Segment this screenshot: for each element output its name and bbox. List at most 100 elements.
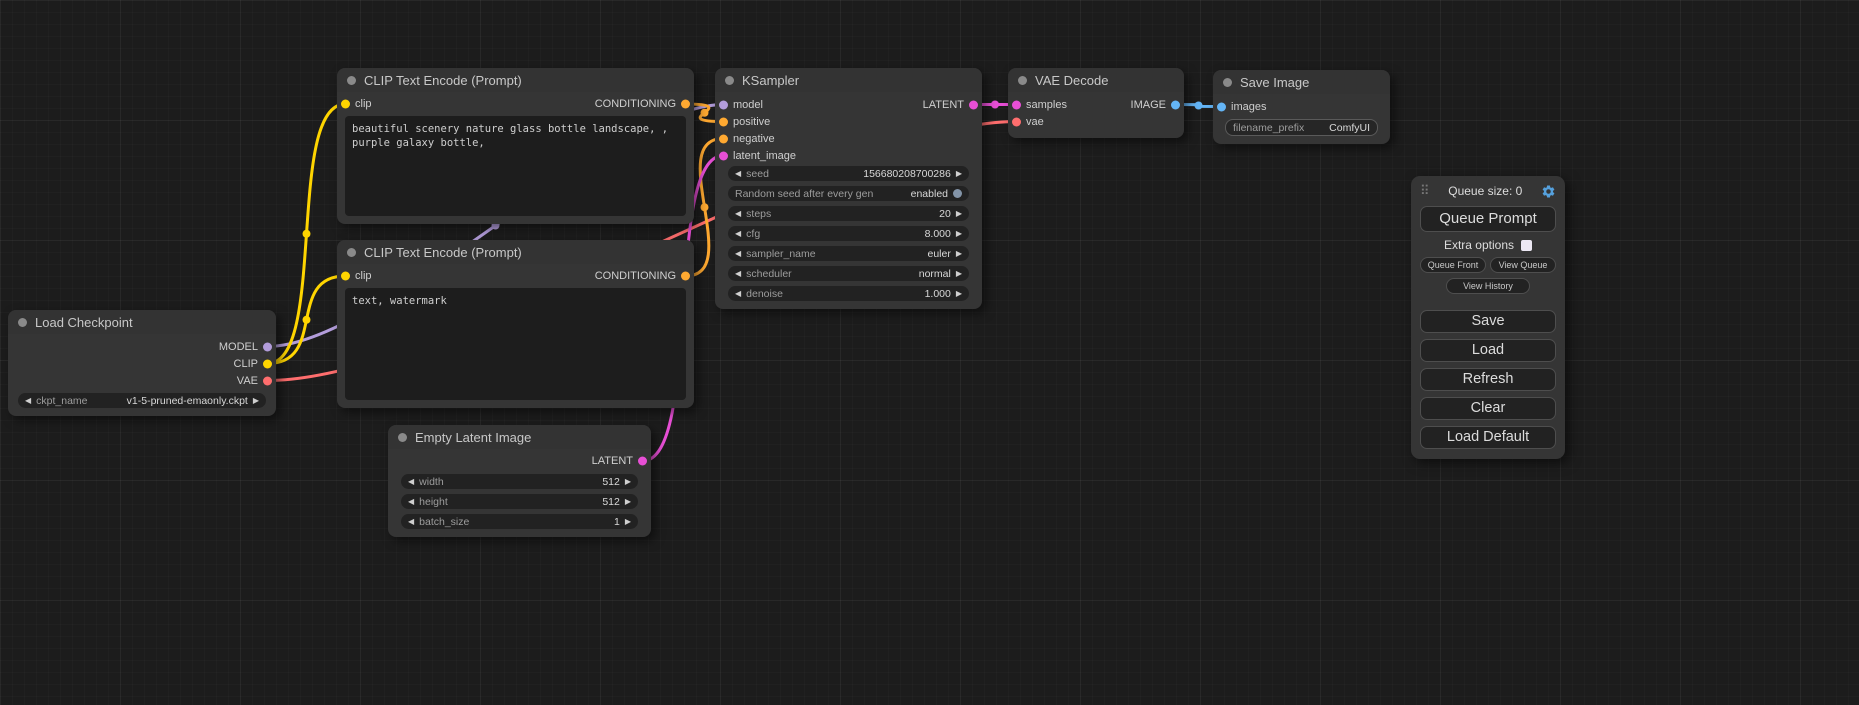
widget-value: normal [919, 268, 951, 280]
decrement-arrow-icon[interactable]: ◀ [735, 270, 741, 278]
output-label-conditioning: CONDITIONING [595, 98, 694, 110]
increment-arrow-icon[interactable]: ▶ [956, 230, 962, 238]
widget-sampler-name[interactable]: ◀ sampler_name euler ▶ [728, 246, 969, 261]
node-save-image[interactable]: Save Image images filename_prefix ComfyU… [1213, 70, 1390, 144]
widget-height[interactable]: ◀ height 512 ▶ [401, 494, 638, 509]
comfy-menu-panel[interactable]: ⠿ Queue size: 0 Queue Prompt Extra optio… [1411, 176, 1565, 459]
output-port-vae[interactable] [263, 376, 272, 385]
widget-seed[interactable]: ◀ seed 156680208700286 ▶ [728, 166, 969, 181]
increment-arrow-icon[interactable]: ▶ [956, 270, 962, 278]
input-port-latent-image[interactable] [719, 151, 728, 160]
increment-arrow-icon[interactable]: ▶ [253, 397, 259, 405]
increment-arrow-icon[interactable]: ▶ [625, 478, 631, 486]
decrement-arrow-icon[interactable]: ◀ [735, 210, 741, 218]
positive-prompt-input[interactable]: beautiful scenery nature glass bottle la… [345, 116, 686, 216]
output-port-image[interactable] [1171, 100, 1180, 109]
input-port-model[interactable] [719, 100, 728, 109]
save-button[interactable]: Save [1420, 310, 1556, 333]
settings-gear-icon[interactable] [1541, 184, 1556, 199]
output-port-latent[interactable] [969, 100, 978, 109]
widget-scheduler[interactable]: ◀ scheduler normal ▶ [728, 266, 969, 281]
collapse-dot-icon[interactable] [347, 76, 356, 85]
node-clip-text-encode-positive[interactable]: CLIP Text Encode (Prompt) clip CONDITION… [337, 68, 694, 224]
view-history-button[interactable]: View History [1446, 278, 1530, 294]
io-row: model LATENT [715, 96, 982, 113]
collapse-dot-icon[interactable] [18, 318, 27, 327]
extra-options-checkbox[interactable] [1521, 240, 1532, 251]
input-port-positive[interactable] [719, 117, 728, 126]
load-default-button[interactable]: Load Default [1420, 426, 1556, 449]
input-row-latent-image: latent_image [715, 147, 982, 164]
collapse-dot-icon[interactable] [1018, 76, 1027, 85]
widget-random-seed-toggle[interactable]: Random seed after every gen enabled [728, 186, 969, 201]
collapse-dot-icon[interactable] [725, 76, 734, 85]
increment-arrow-icon[interactable]: ▶ [956, 250, 962, 258]
node-titlebar[interactable]: Empty Latent Image [388, 425, 651, 449]
node-clip-text-encode-negative[interactable]: CLIP Text Encode (Prompt) clip CONDITION… [337, 240, 694, 408]
queue-prompt-button[interactable]: Queue Prompt [1420, 206, 1556, 232]
decrement-arrow-icon[interactable]: ◀ [735, 230, 741, 238]
queue-front-button[interactable]: Queue Front [1420, 257, 1486, 273]
node-title: Empty Latent Image [415, 430, 531, 445]
input-port-negative[interactable] [719, 134, 728, 143]
node-ksampler[interactable]: KSampler model LATENT positive negative … [715, 68, 982, 309]
view-queue-button[interactable]: View Queue [1490, 257, 1556, 273]
widget-value: 512 [602, 496, 620, 508]
node-title: KSampler [742, 73, 799, 88]
widget-ckpt-name[interactable]: ◀ ckpt_name v1-5-pruned-emaonly.ckpt ▶ [18, 393, 266, 408]
increment-arrow-icon[interactable]: ▶ [956, 290, 962, 298]
input-port-clip[interactable] [341, 272, 350, 281]
widget-value: ComfyUI [1329, 122, 1370, 134]
graph-canvas[interactable]: Load Checkpoint MODEL CLIP VAE ◀ ckpt_na… [0, 0, 1859, 705]
decrement-arrow-icon[interactable]: ◀ [408, 478, 414, 486]
decrement-arrow-icon[interactable]: ◀ [735, 290, 741, 298]
output-port-clip[interactable] [263, 359, 272, 368]
decrement-arrow-icon[interactable]: ◀ [25, 397, 31, 405]
node-titlebar[interactable]: VAE Decode [1008, 68, 1184, 92]
io-row: samples IMAGE [1008, 96, 1184, 113]
node-titlebar[interactable]: CLIP Text Encode (Prompt) [337, 68, 694, 92]
widget-cfg[interactable]: ◀ cfg 8.000 ▶ [728, 226, 969, 241]
refresh-button[interactable]: Refresh [1420, 368, 1556, 391]
widget-filename-prefix[interactable]: filename_prefix ComfyUI [1225, 119, 1378, 136]
node-titlebar[interactable]: Save Image [1213, 70, 1390, 94]
clear-button[interactable]: Clear [1420, 397, 1556, 420]
node-titlebar[interactable]: KSampler [715, 68, 982, 92]
node-load-checkpoint[interactable]: Load Checkpoint MODEL CLIP VAE ◀ ckpt_na… [8, 310, 276, 416]
collapse-dot-icon[interactable] [1223, 78, 1232, 87]
widget-value: v1-5-pruned-emaonly.ckpt [127, 395, 248, 407]
node-empty-latent-image[interactable]: Empty Latent Image LATENT ◀ width 512 ▶ … [388, 425, 651, 537]
node-titlebar[interactable]: CLIP Text Encode (Prompt) [337, 240, 694, 264]
decrement-arrow-icon[interactable]: ◀ [735, 170, 741, 178]
negative-prompt-input[interactable]: text, watermark [345, 288, 686, 400]
increment-arrow-icon[interactable]: ▶ [956, 210, 962, 218]
node-vae-decode[interactable]: VAE Decode samples IMAGE vae [1008, 68, 1184, 138]
increment-arrow-icon[interactable]: ▶ [625, 498, 631, 506]
increment-arrow-icon[interactable]: ▶ [625, 518, 631, 526]
input-port-images[interactable] [1217, 102, 1226, 111]
node-titlebar[interactable]: Load Checkpoint [8, 310, 276, 334]
widget-batch-size[interactable]: ◀ batch_size 1 ▶ [401, 514, 638, 529]
widget-value: 1 [614, 516, 620, 528]
decrement-arrow-icon[interactable]: ◀ [735, 250, 741, 258]
widget-denoise[interactable]: ◀ denoise 1.000 ▶ [728, 286, 969, 301]
toggle-knob-icon[interactable] [953, 189, 962, 198]
decrement-arrow-icon[interactable]: ◀ [408, 518, 414, 526]
output-port-model[interactable] [263, 342, 272, 351]
decrement-arrow-icon[interactable]: ◀ [408, 498, 414, 506]
increment-arrow-icon[interactable]: ▶ [956, 170, 962, 178]
widget-width[interactable]: ◀ width 512 ▶ [401, 474, 638, 489]
drag-handle-icon[interactable]: ⠿ [1420, 183, 1430, 199]
collapse-dot-icon[interactable] [347, 248, 356, 257]
input-port-vae[interactable] [1012, 117, 1021, 126]
collapse-dot-icon[interactable] [398, 433, 407, 442]
output-port-latent[interactable] [638, 457, 647, 466]
input-port-clip[interactable] [341, 100, 350, 109]
widget-steps[interactable]: ◀ steps 20 ▶ [728, 206, 969, 221]
output-port-conditioning[interactable] [681, 100, 690, 109]
load-button[interactable]: Load [1420, 339, 1556, 362]
output-row-model: MODEL [8, 338, 276, 355]
widget-label: Random seed after every gen [735, 188, 873, 200]
input-port-samples[interactable] [1012, 100, 1021, 109]
output-port-conditioning[interactable] [681, 272, 690, 281]
